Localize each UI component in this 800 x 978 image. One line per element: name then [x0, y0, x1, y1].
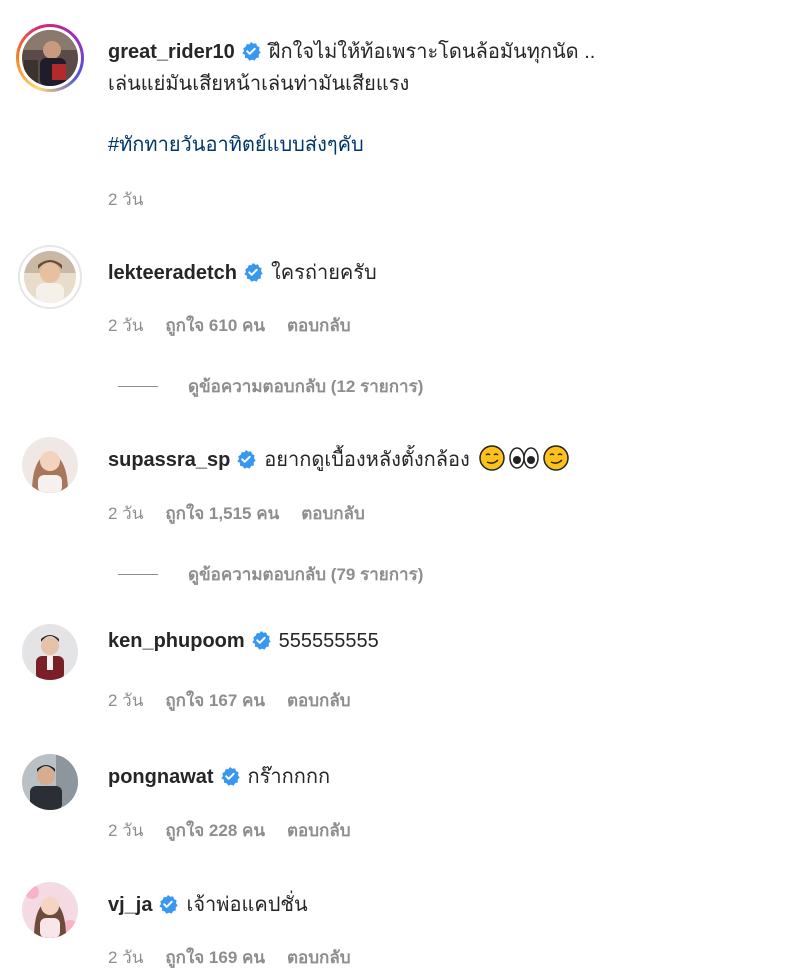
comment-text: 555555555: [278, 630, 379, 652]
likes-count[interactable]: ถูกใจ 610 คน: [165, 316, 265, 335]
comment-text: ใครถ่ายครับ: [270, 262, 377, 284]
comment-username[interactable]: great_rider10: [108, 41, 235, 63]
avatar[interactable]: [24, 251, 76, 303]
eyes-icon: [509, 445, 540, 477]
verified-badge-icon: [236, 449, 256, 475]
hashtag-link[interactable]: #ทักทายวันอาทิตย์แบบส่งๆคับ: [108, 128, 364, 160]
comment-time: 2 วัน: [108, 948, 144, 967]
comment-username[interactable]: pongnawat: [108, 766, 214, 788]
replies-divider: [118, 386, 158, 387]
view-replies-label: ดูข้อความตอบกลับ (79 รายการ): [188, 565, 424, 584]
view-replies-button[interactable]: ดูข้อความตอบกลับ (12 รายการ): [118, 373, 423, 400]
comment-username[interactable]: supassra_sp: [108, 449, 230, 471]
comment-username[interactable]: ken_phupoom: [108, 630, 245, 652]
reply-button[interactable]: ตอบกลับ: [287, 691, 351, 710]
likes-count[interactable]: ถูกใจ 167 คน: [165, 691, 265, 710]
likes-count[interactable]: ถูกใจ 228 คน: [165, 821, 265, 840]
reply-button[interactable]: ตอบกลับ: [287, 821, 351, 840]
avatar[interactable]: [22, 754, 78, 810]
comment-time: 2 วัน: [108, 316, 144, 335]
avatar[interactable]: [22, 882, 78, 938]
story-ring[interactable]: [16, 24, 84, 92]
verified-badge-icon: [158, 894, 179, 920]
avatar[interactable]: [22, 624, 78, 680]
reply-button[interactable]: ตอบกลับ: [287, 316, 351, 335]
smirking-face-icon: [543, 445, 570, 477]
comment-text: อยากดูเบื้องหลังตั้งกล้อง: [264, 449, 470, 471]
comment-text-line2: เล่นแย่มันเสียหน้าเล่นท่ามันเสียแรง: [108, 73, 410, 95]
verified-badge-icon: [243, 262, 263, 288]
reply-button[interactable]: ตอบกลับ: [301, 504, 365, 523]
smirking-face-icon: [479, 445, 506, 477]
avatar-ring[interactable]: [18, 245, 82, 309]
verified-badge-icon: [251, 630, 271, 656]
verified-badge-icon: [241, 41, 261, 67]
comment-text: เจ้าพ่อแคปชั่น: [186, 894, 308, 916]
avatar[interactable]: [22, 437, 78, 493]
comment-text: ฝึกใจไม่ให้ท้อเพราะโดนล้อมันทุกนัด ..: [268, 41, 596, 63]
comment-time: 2 วัน: [108, 691, 144, 710]
comment-time: 2 วัน: [108, 821, 144, 840]
view-replies-button[interactable]: ดูข้อความตอบกลับ (79 รายการ): [118, 561, 423, 588]
comment-username[interactable]: vj_ja: [108, 894, 152, 916]
likes-count[interactable]: ถูกใจ 1,515 คน: [165, 504, 279, 523]
comment-username[interactable]: lekteeradetch: [108, 262, 237, 284]
comment-time: 2 วัน: [108, 190, 144, 209]
replies-divider: [118, 574, 158, 575]
verified-badge-icon: [220, 766, 240, 792]
comment-text: กร๊ากกกก: [247, 766, 331, 788]
comment-time: 2 วัน: [108, 504, 144, 523]
avatar[interactable]: [22, 30, 78, 86]
reply-button[interactable]: ตอบกลับ: [287, 948, 351, 967]
view-replies-label: ดูข้อความตอบกลับ (12 รายการ): [188, 377, 424, 396]
likes-count[interactable]: ถูกใจ 169 คน: [165, 948, 265, 967]
